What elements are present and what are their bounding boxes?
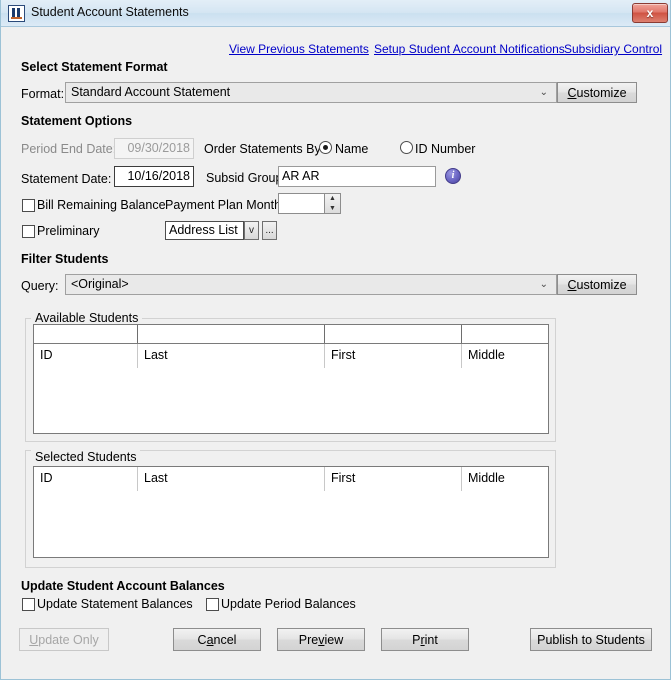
info-icon[interactable]: i [445, 168, 461, 184]
customize-format-button[interactable]: Customize [557, 82, 637, 103]
checkbox-bill-remaining-balance-label: Bill Remaining Balance [37, 198, 166, 212]
period-end-date-label: Period End Date: [21, 142, 116, 156]
radio-order-by-id-number[interactable] [400, 141, 413, 154]
statement-date-field[interactable]: 10/16/2018 [114, 166, 194, 187]
available-students-header-row: ID Last First Middle [34, 344, 548, 368]
radio-order-by-name-label: Name [335, 142, 368, 156]
update-only-button[interactable]: Update Only [19, 628, 109, 651]
section-update-student-account-balances: Update Student Account Balances [21, 579, 225, 593]
link-subsidiary-control[interactable]: Subsidiary Control [564, 42, 662, 56]
publish-to-students-button[interactable]: Publish to Students [530, 628, 652, 651]
selected-column-header-id[interactable]: ID [34, 467, 137, 491]
column-header-first[interactable]: First [325, 344, 461, 368]
selected-students-grid[interactable]: ID Last First Middle [33, 466, 549, 558]
radio-order-by-id-number-label: ID Number [415, 142, 475, 156]
format-label: Format: [21, 87, 64, 101]
selected-students-header-row: ID Last First Middle [34, 467, 548, 491]
checkbox-preliminary[interactable] [22, 225, 35, 238]
preview-label-post: iew [324, 633, 343, 647]
link-setup-student-account-notifications[interactable]: Setup Student Account Notifications [374, 42, 565, 56]
link-view-previous-statements[interactable]: View Previous Statements [229, 42, 369, 56]
title-bar: Student Account Statements x [1, 0, 671, 27]
available-students-filter-row[interactable] [34, 325, 548, 344]
checkbox-update-statement-balances[interactable] [22, 598, 35, 611]
section-statement-options: Statement Options [21, 114, 132, 128]
preview-button[interactable]: Preview [277, 628, 365, 651]
query-label: Query: [21, 279, 59, 293]
customize-format-accel: C [567, 86, 576, 100]
stepper-up-icon[interactable]: ▲ [325, 194, 340, 203]
cancel-accel: a [207, 633, 214, 647]
subsid-group-label: Subsid Group: [206, 171, 286, 185]
chevron-down-icon: ⌄ [540, 83, 548, 102]
checkbox-update-period-balances[interactable] [206, 598, 219, 611]
close-icon[interactable]: x [632, 3, 668, 23]
customize-query-button[interactable]: Customize [557, 274, 637, 295]
top-links: View Previous Statements Setup Student A… [1, 42, 671, 58]
checkbox-bill-remaining-balance[interactable] [22, 199, 35, 212]
subsid-group-field[interactable]: AR AR [278, 166, 436, 187]
cancel-label-pre: C [198, 633, 207, 647]
format-combobox[interactable]: Standard Account Statement ⌄ [65, 82, 557, 103]
selected-column-header-last[interactable]: Last [138, 467, 324, 491]
customize-format-label: ustomize [577, 86, 627, 100]
payment-plan-month-label: Payment Plan Month: [165, 198, 285, 212]
print-button[interactable]: Print [381, 628, 469, 651]
checkbox-update-period-balances-label: Update Period Balances [221, 597, 356, 611]
selected-column-header-middle[interactable]: Middle [462, 467, 550, 491]
stepper-buttons[interactable]: ▲ ▼ [324, 194, 340, 213]
radio-order-by-name[interactable] [319, 141, 332, 154]
selected-column-header-first[interactable]: First [325, 467, 461, 491]
update-only-accel: U [29, 633, 38, 647]
address-list-chevron-down-icon[interactable]: v [244, 221, 259, 240]
customize-query-label: ustomize [577, 278, 627, 292]
available-students-grid[interactable]: ID Last First Middle [33, 324, 549, 434]
window-title: Student Account Statements [31, 5, 189, 19]
customize-query-accel: C [567, 278, 576, 292]
address-list-combobox[interactable]: Address List [165, 221, 244, 240]
cancel-label-post: ncel [214, 633, 237, 647]
column-header-id[interactable]: ID [34, 344, 137, 368]
stepper-down-icon[interactable]: ▼ [325, 204, 340, 213]
update-only-label: pdate Only [38, 633, 98, 647]
payment-plan-month-stepper[interactable]: ▲ ▼ [278, 193, 341, 214]
section-select-statement-format: Select Statement Format [21, 60, 168, 74]
student-account-statements-window: Student Account Statements x View Previo… [0, 0, 671, 680]
order-statements-by-label: Order Statements By [204, 142, 321, 156]
address-list-ellipsis-button[interactable]: ... [262, 221, 277, 240]
app-logo-icon [8, 5, 25, 22]
selected-students-title: Selected Students [31, 450, 140, 464]
checkbox-preliminary-label: Preliminary [37, 224, 100, 238]
query-chevron-down-icon: ⌄ [540, 275, 548, 294]
query-combobox-value: <Original> [71, 277, 129, 291]
cancel-button[interactable]: Cancel [173, 628, 261, 651]
column-header-last[interactable]: Last [138, 344, 324, 368]
print-label-post: int [425, 633, 438, 647]
query-combobox[interactable]: <Original> ⌄ [65, 274, 557, 295]
period-end-date-field: 09/30/2018 [114, 138, 194, 159]
column-header-middle[interactable]: Middle [462, 344, 550, 368]
available-students-title: Available Students [31, 311, 142, 325]
section-filter-students: Filter Students [21, 252, 109, 266]
statement-date-label: Statement Date: [21, 172, 111, 186]
format-combobox-value: Standard Account Statement [71, 85, 230, 99]
preview-label-pre: Pre [299, 633, 318, 647]
checkbox-update-statement-balances-label: Update Statement Balances [37, 597, 193, 611]
